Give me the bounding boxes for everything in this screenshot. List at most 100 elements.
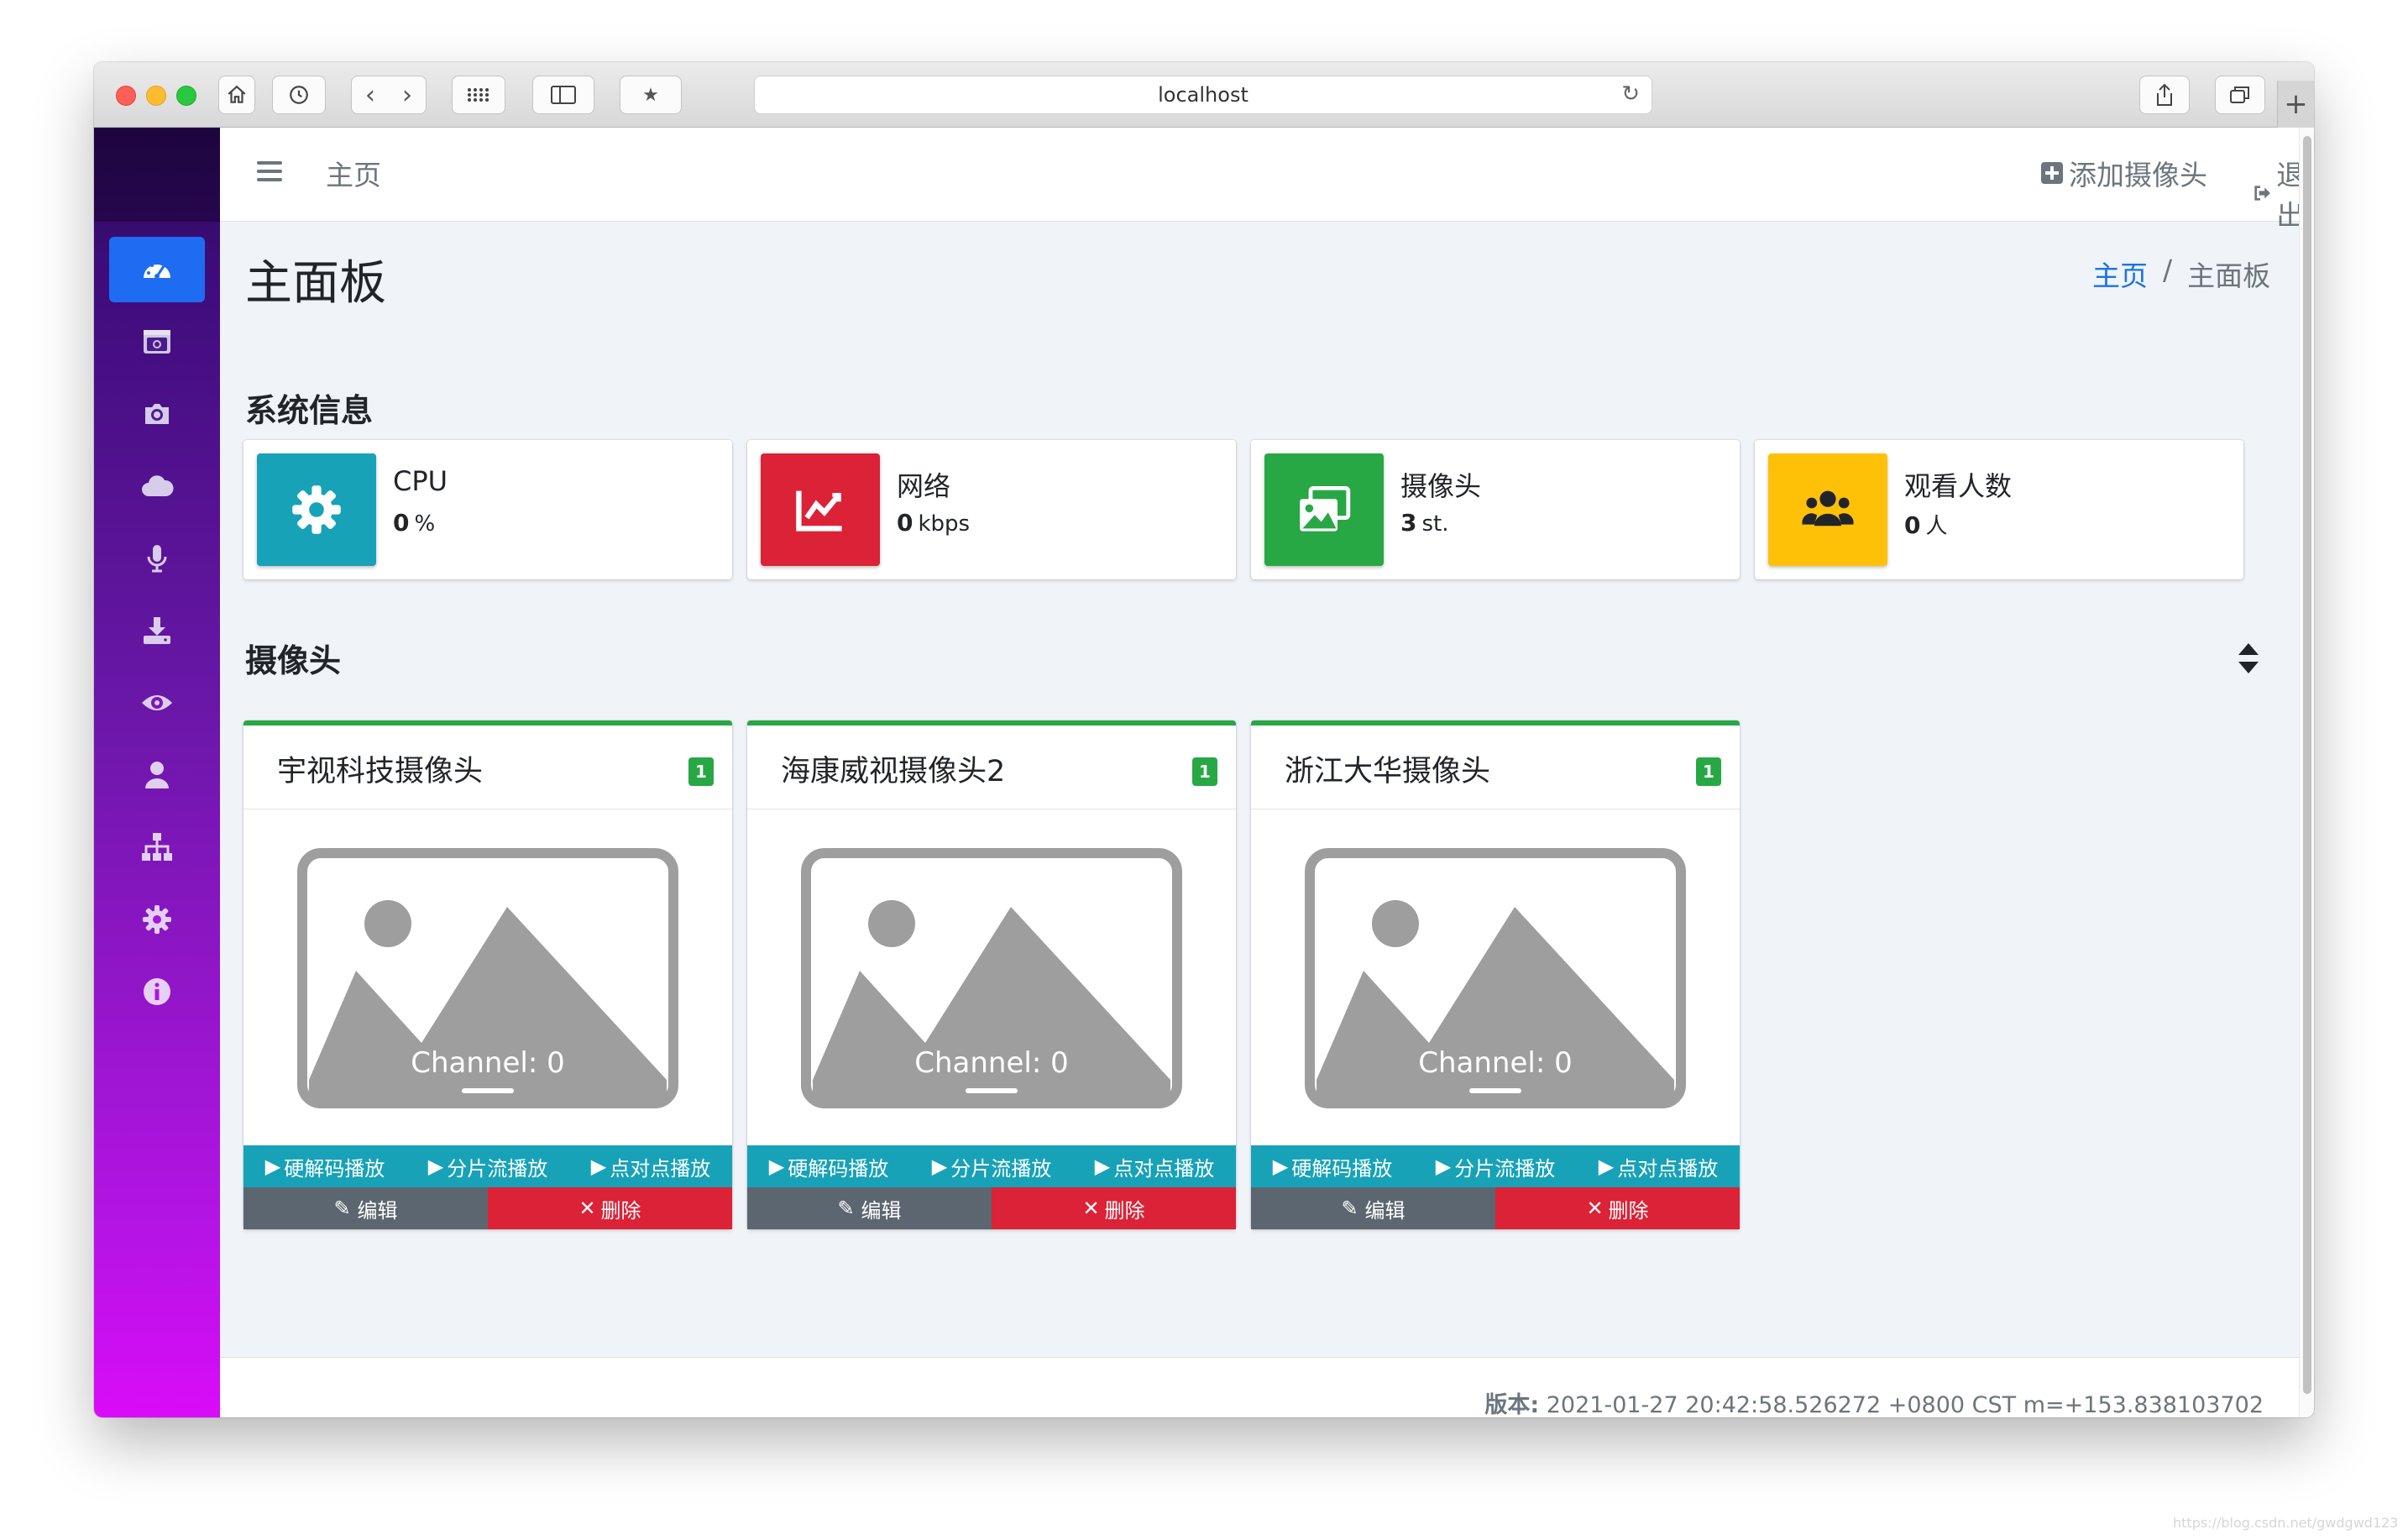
info-label-network: 网络: [897, 470, 951, 502]
nav-home-link[interactable]: 主页: [326, 153, 381, 193]
info-label-cpu: CPU: [393, 465, 448, 497]
info-box-network: 网络 0 kbps: [747, 440, 1236, 579]
zoom-window-button[interactable]: [176, 86, 196, 106]
home-button[interactable]: [218, 76, 255, 114]
sidebar-item-camera-window[interactable]: [109, 309, 205, 375]
sign-out-icon: [2254, 186, 2270, 201]
top-sites-button[interactable]: [452, 76, 505, 114]
sidebar-item-microphone[interactable]: [109, 526, 205, 591]
breadcrumb-separator: /: [2163, 254, 2173, 286]
play-icon: ▶: [1094, 1155, 1111, 1178]
sidebar-item-download[interactable]: [109, 598, 205, 663]
back-forward-buttons[interactable]: ‹ ›: [351, 76, 427, 114]
microphone-icon: [147, 545, 167, 573]
p2p-play-button[interactable]: ▶ 点对点播放: [1599, 1152, 1718, 1181]
delete-camera-button[interactable]: ✕ 删除: [488, 1187, 732, 1229]
sidebar-item-settings[interactable]: [109, 887, 205, 952]
edit-camera-button[interactable]: ✎ 编辑: [243, 1187, 488, 1229]
history-button[interactable]: [272, 76, 326, 114]
hls-play-button[interactable]: ▶ 分片流播放: [932, 1152, 1051, 1181]
play-icon: ▶: [427, 1155, 444, 1178]
hw-decode-play-button[interactable]: ▶ 硬解码播放: [1273, 1152, 1392, 1181]
version-value: 2021-01-27 20:42:58.526272 +0800 CST m=+…: [1546, 1392, 2264, 1417]
close-window-button[interactable]: [116, 86, 136, 106]
page-scrollbar[interactable]: [2299, 128, 2314, 1417]
hls-play-button[interactable]: ▶ 分片流播放: [428, 1152, 547, 1181]
sidebar-item-cloud[interactable]: [109, 453, 205, 519]
sidebar: [94, 128, 220, 1417]
breadcrumb: 主页 / 主面板: [2092, 254, 2270, 294]
breadcrumb-current: 主面板: [2187, 259, 2271, 292]
sidebar-toggle-button[interactable]: [532, 76, 594, 114]
info-value-cpu: 0%: [393, 509, 436, 537]
camera-play-actions: ▶ 硬解码播放 ▶ 分片流播放 ▶ 点对点播放: [747, 1145, 1236, 1187]
scrollbar-thumb[interactable]: [2303, 136, 2311, 1394]
camera-manage-actions: ✎ 编辑 ✕ 删除: [747, 1187, 1236, 1229]
add-camera-button[interactable]: 添加摄像头: [2040, 153, 2207, 193]
address-bar[interactable]: localhost ↻: [754, 76, 1652, 114]
sidebar-brand: [94, 128, 220, 222]
plus-icon: +: [2284, 87, 2308, 121]
back-icon[interactable]: ‹: [365, 81, 375, 110]
info-value-viewers: 0人: [1904, 511, 1948, 539]
forward-icon[interactable]: ›: [402, 81, 412, 110]
breadcrumb-home-link[interactable]: 主页: [2092, 254, 2148, 294]
sidebar-item-dashboard[interactable]: [109, 237, 205, 302]
hls-play-button[interactable]: ▶ 分片流播放: [1436, 1152, 1555, 1181]
info-icon-network: [761, 453, 880, 566]
play-icon: ▶: [768, 1155, 785, 1178]
camera-icon: [145, 404, 169, 424]
play-icon: ▶: [264, 1155, 281, 1178]
bookmark-button[interactable]: ★: [620, 76, 682, 114]
cog-icon: [143, 905, 171, 934]
edit-icon: ✎: [1341, 1197, 1358, 1220]
sidebar-item-eye[interactable]: [109, 670, 205, 736]
camera-card-header: 海康威视摄像头2 1: [747, 725, 1236, 809]
tabs-overview-button[interactable]: [2215, 76, 2265, 114]
camera-card-header: 浙江大华摄像头 1: [1251, 725, 1740, 809]
play-icon: ▶: [1435, 1155, 1452, 1178]
edit-camera-button[interactable]: ✎ 编辑: [1251, 1187, 1495, 1229]
cloud-icon: [142, 475, 174, 496]
camera-name: 浙江大华摄像头: [1285, 755, 1491, 788]
edit-camera-button[interactable]: ✎ 编辑: [747, 1187, 992, 1229]
clock-icon: [290, 86, 308, 104]
play-icon: ▶: [931, 1155, 948, 1178]
info-box-cameras: 摄像头 3 st.: [1251, 440, 1740, 579]
camera-badge: 1: [1696, 757, 1721, 786]
sidebar-item-sitemap[interactable]: [109, 815, 205, 880]
add-camera-label: 添加摄像头: [2069, 159, 2207, 191]
menu-toggle-icon[interactable]: [257, 161, 282, 181]
dashboard-icon: [144, 261, 170, 279]
camera-channel: Channel: 0: [914, 1046, 1069, 1080]
version-text: 版本: 2021-01-27 20:42:58.526272 +0800 CST…: [1484, 1386, 2264, 1417]
minimize-window-button[interactable]: [146, 86, 166, 106]
sidebar-item-camera[interactable]: [109, 381, 205, 447]
delete-camera-button[interactable]: ✕ 删除: [992, 1187, 1236, 1229]
info-icon-cpu: [257, 453, 376, 566]
top-navbar: 主页 添加摄像头 退出: [220, 128, 2304, 232]
delete-camera-button[interactable]: ✕ 删除: [1495, 1187, 1740, 1229]
new-tab-button[interactable]: +: [2277, 81, 2314, 128]
hw-decode-play-button[interactable]: ▶ 硬解码播放: [265, 1152, 385, 1181]
camera-channel: Channel: 0: [411, 1046, 565, 1080]
chart-area-icon: [796, 490, 842, 532]
hw-decode-play-button[interactable]: ▶ 硬解码播放: [769, 1152, 888, 1181]
p2p-play-button[interactable]: ▶ 点对点播放: [591, 1152, 710, 1181]
edit-icon: ✎: [837, 1197, 855, 1220]
camera-channel: Channel: 0: [1418, 1046, 1573, 1080]
browser-toolbar: ‹ › ★ localhost ↻ +: [94, 62, 2314, 128]
grid-icon: [468, 88, 489, 102]
p2p-play-button[interactable]: ▶ 点对点播放: [1095, 1152, 1214, 1181]
camera-name: 海康威视摄像头2: [781, 755, 1006, 788]
camera-card-header: 宇视科技摄像头 1: [243, 725, 732, 809]
sort-icon[interactable]: [2237, 642, 2260, 675]
info-box-cpu: CPU 0%: [243, 440, 732, 579]
reload-icon[interactable]: ↻: [1621, 81, 1640, 107]
sidebar-item-user[interactable]: [109, 742, 205, 808]
camera-name: 宇视科技摄像头: [277, 755, 484, 788]
play-icon: ▶: [1272, 1155, 1289, 1178]
sidebar-item-info[interactable]: [109, 959, 205, 1024]
share-button[interactable]: [2139, 76, 2190, 114]
home-icon: [228, 85, 246, 103]
